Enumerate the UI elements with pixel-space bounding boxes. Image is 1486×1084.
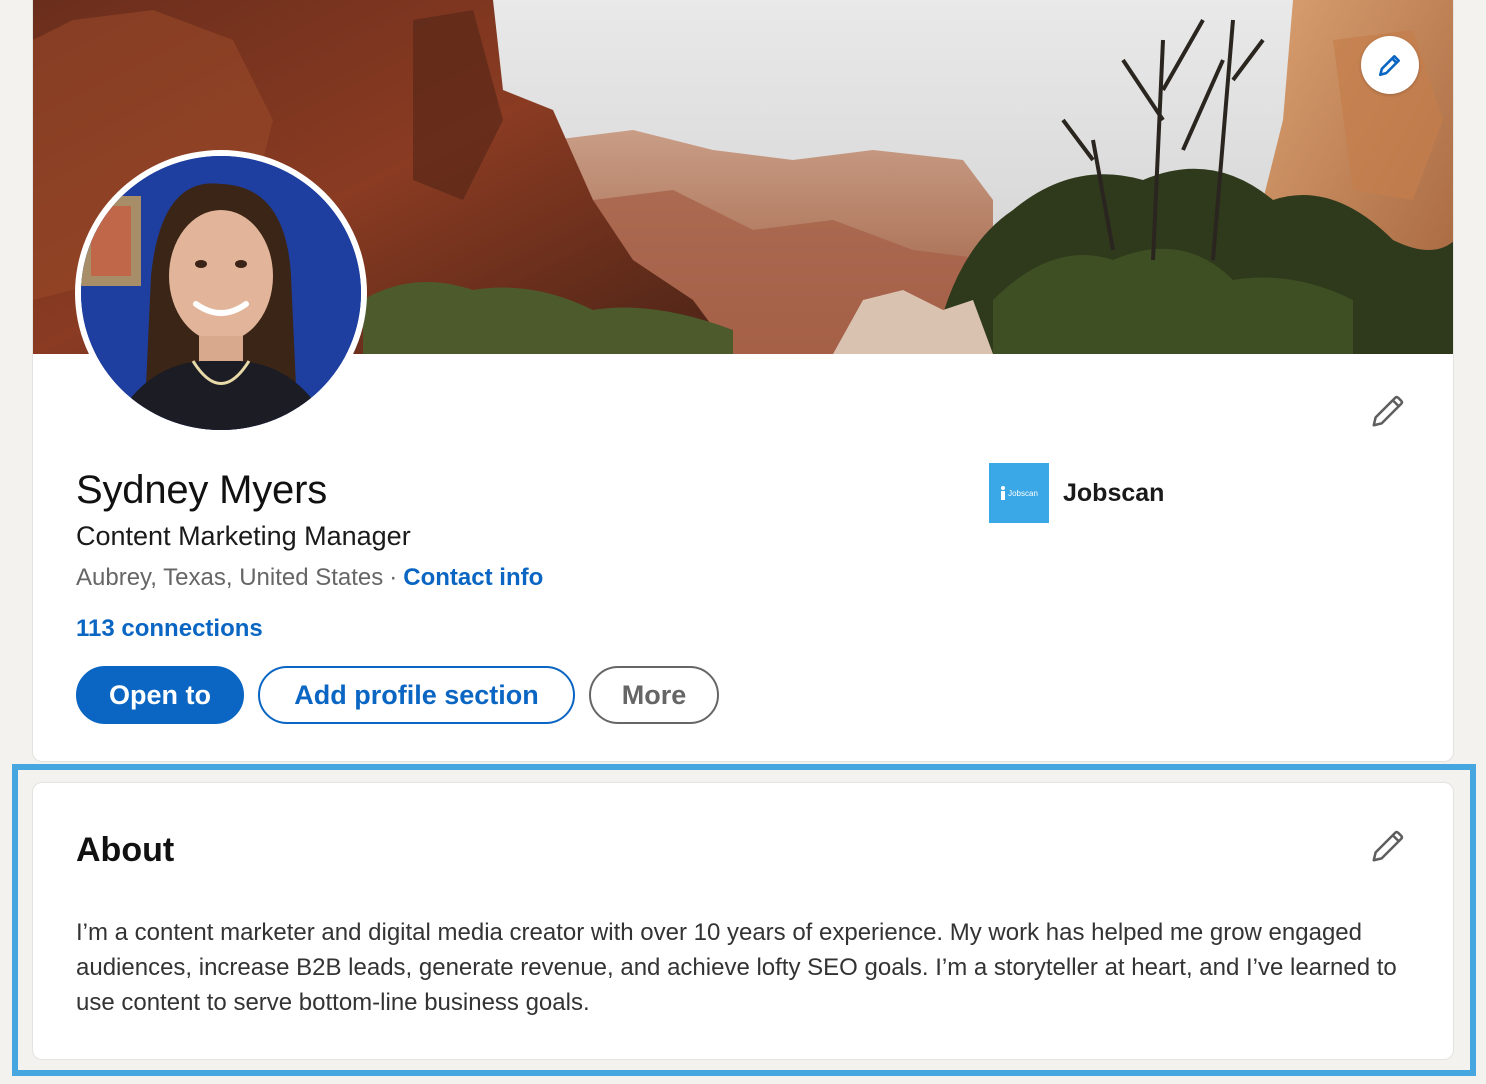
company-logo-text: Jobscan [1008, 488, 1038, 498]
edit-about-button[interactable] [1365, 825, 1411, 871]
about-text: I’m a content marketer and digital media… [76, 919, 1397, 1016]
company-logo: Jobscan [989, 463, 1049, 523]
about-section: About I’m a content marketer and digital… [32, 782, 1454, 1060]
profile-photo-image [81, 156, 361, 430]
profile-name: Sydney Myers [76, 468, 328, 512]
connections-link[interactable]: 113 connections [76, 615, 263, 643]
contact-info-link[interactable]: Contact info [403, 564, 543, 591]
current-company[interactable]: Jobscan Jobscan [989, 463, 1164, 523]
company-name: Jobscan [1063, 478, 1165, 507]
jobscan-figure-icon [1001, 486, 1006, 500]
profile-headline: Content Marketing Manager [76, 521, 411, 551]
separator: · [389, 564, 398, 591]
pencil-icon [1369, 392, 1407, 435]
profile-top-card: Sydney Myers Content Marketing Manager A… [32, 0, 1454, 762]
more-button[interactable]: More [589, 666, 719, 724]
add-profile-section-button[interactable]: Add profile section [258, 666, 575, 724]
about-title: About [76, 831, 175, 869]
profile-location: Aubrey, Texas, United States [76, 564, 384, 591]
pencil-icon [1377, 52, 1403, 78]
edit-cover-button[interactable] [1361, 36, 1419, 94]
profile-photo[interactable] [75, 150, 367, 436]
location-line: Aubrey, Texas, United States · Contact inf… [76, 564, 543, 592]
open-to-button[interactable]: Open to [76, 666, 244, 724]
pencil-icon [1369, 827, 1407, 870]
edit-intro-button[interactable] [1365, 390, 1411, 436]
